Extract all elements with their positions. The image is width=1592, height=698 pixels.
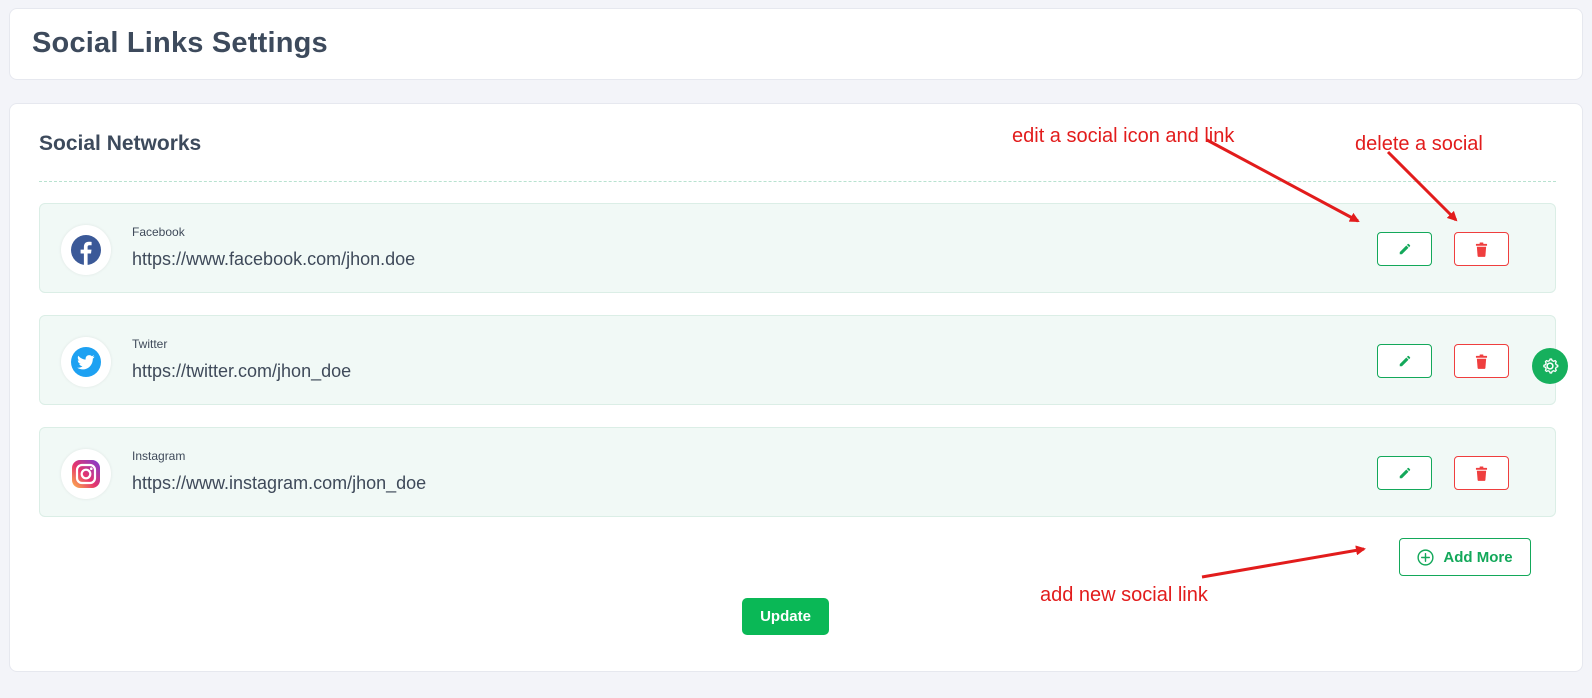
arrow-edit (1206, 138, 1360, 223)
arrow-delete (1386, 150, 1458, 222)
annotation-arrows (1201, 138, 1458, 579)
arrow-add (1201, 545, 1366, 579)
